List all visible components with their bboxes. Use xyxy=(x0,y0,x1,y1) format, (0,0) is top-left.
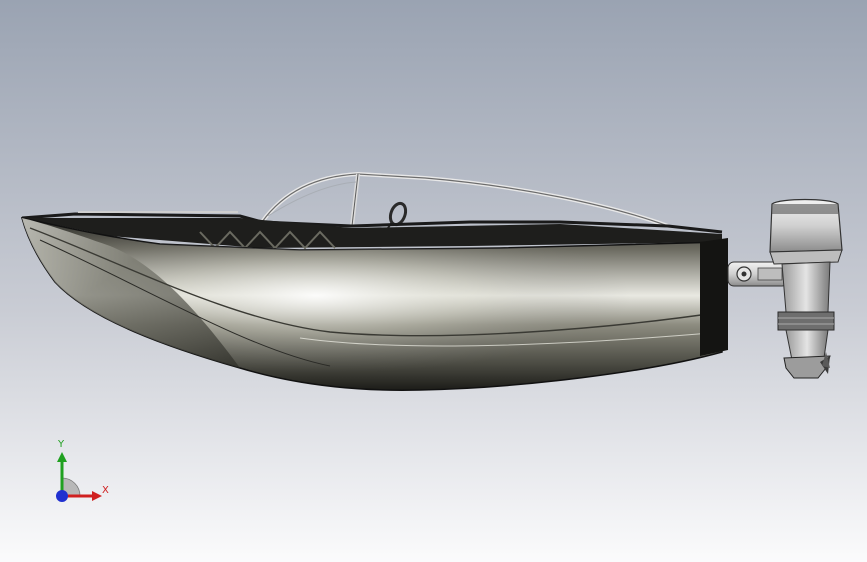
coordinate-triad: Y X xyxy=(40,438,120,518)
x-axis-label: X xyxy=(102,485,109,496)
y-axis-label: Y xyxy=(58,439,65,450)
windshield xyxy=(260,171,669,228)
triad-graphic xyxy=(56,452,102,502)
engine-bracket xyxy=(727,261,789,287)
z-axis-dot xyxy=(56,490,68,502)
outboard-engine xyxy=(769,198,843,379)
boat-model[interactable] xyxy=(0,0,867,562)
graphics-viewport[interactable]: Y X xyxy=(0,0,867,562)
